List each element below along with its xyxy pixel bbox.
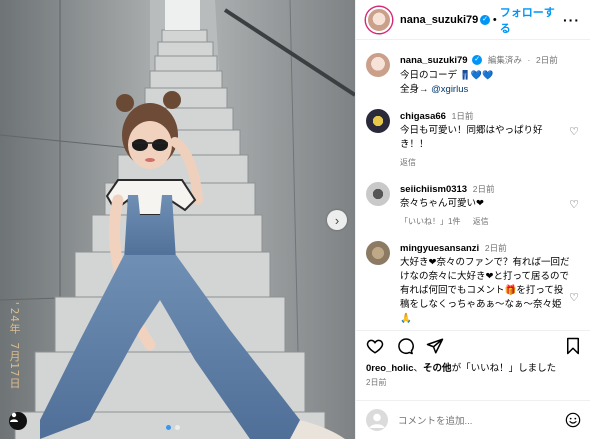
caption-username[interactable]: nana_suzuki79 — [400, 55, 468, 66]
like-comment-heart-icon[interactable]: ♡ — [569, 125, 579, 138]
caption-edited: 編集済み — [487, 55, 522, 65]
caption-dot: · — [527, 55, 531, 65]
post-header: nana_suzuki79 ✓ • フォローする ··· — [356, 0, 590, 40]
liker-username[interactable]: 0reo_holic — [366, 363, 414, 374]
likes-summary: 0reo_holic、その他が「いいね！」しました — [366, 360, 556, 374]
reply-button[interactable]: 返信 — [400, 158, 416, 167]
avatar[interactable] — [366, 241, 390, 265]
carousel-dot — [175, 425, 180, 430]
post-panel: nana_suzuki79 ✓ • フォローする ··· nana_suzuki… — [355, 0, 590, 439]
verified-icon: ✓ — [472, 55, 483, 66]
comment-time[interactable]: 1日前 — [452, 111, 474, 121]
post-time[interactable]: 2日前 — [366, 377, 386, 388]
more-horizontal-icon[interactable]: ··· — [563, 12, 580, 28]
photo-illustration — [0, 0, 355, 439]
comment-text: 大好き❤奈々のファンで？有れば一回だけなの奈々に大好き❤と打って居るので有れば何… — [400, 257, 570, 324]
likes-suffix: が「いいね！」しました — [451, 363, 557, 374]
next-photo-button[interactable]: › — [327, 210, 347, 230]
comment-username[interactable]: seiichiism0313 — [400, 184, 467, 195]
user-icon — [10, 412, 18, 422]
comment: seiichiism0313 2日前 奈々ちゃん可愛い❤ 「いいね！」1件 返信… — [366, 182, 581, 229]
avatar — [366, 409, 388, 431]
caption-emoji: 👖💙💙 — [459, 70, 494, 80]
heart-icon[interactable] — [366, 337, 384, 355]
avatar[interactable] — [366, 6, 392, 33]
action-bar — [356, 330, 590, 360]
comment-username[interactable]: mingyuesansanzi — [400, 243, 479, 254]
instagram-post: '24年 7月17日 › nana_suzuki79 ✓ • フォローする ··… — [0, 0, 590, 439]
share-icon[interactable] — [426, 337, 444, 355]
caption-time[interactable]: 2日前 — [536, 55, 558, 65]
follow-button[interactable]: フォローする — [500, 4, 563, 36]
verified-icon: ✓ — [480, 14, 490, 25]
comment: chigasa66 1日前 今日も可愛い！同郷はやっぱり好き！！ 返信 ♡ — [366, 109, 581, 170]
carousel-dots — [166, 425, 180, 430]
comment-likes[interactable]: 「いいね！」1件 — [400, 217, 460, 226]
caption-text: 今日のコーデ — [400, 70, 458, 81]
header-username[interactable]: nana_suzuki79 — [400, 14, 478, 26]
comment: mingyuesansanzi 2日前 大好き❤奈々のファンで？有れば一回だけな… — [366, 241, 581, 326]
add-comment-bar: コメントを追加... — [356, 400, 590, 439]
comments-list: nana_suzuki79 ✓ 編集済み · 2日前 今日のコーデ 👖💙💙 全身… — [356, 41, 590, 326]
date-stamp: '24年 7月17日 — [8, 300, 21, 390]
comment-time[interactable]: 2日前 — [485, 243, 507, 253]
avatar[interactable] — [366, 53, 390, 77]
like-comment-heart-icon[interactable]: ♡ — [569, 291, 579, 304]
caption-prefix: 全身→ — [400, 84, 432, 95]
emoji-icon[interactable] — [565, 412, 581, 428]
avatar[interactable] — [366, 109, 390, 133]
reply-button[interactable]: 返信 — [473, 217, 489, 226]
likes-others[interactable]: その他 — [423, 363, 452, 374]
comment-text: 奈々ちゃん可愛い❤ — [400, 198, 484, 209]
comment-username[interactable]: chigasa66 — [400, 111, 446, 122]
caption: nana_suzuki79 ✓ 編集済み · 2日前 今日のコーデ 👖💙💙 全身… — [366, 53, 581, 97]
mention-link[interactable]: @xgirlus — [431, 84, 468, 95]
carousel-dot-active — [166, 425, 171, 430]
comment-icon[interactable] — [396, 337, 414, 355]
like-comment-heart-icon[interactable]: ♡ — [569, 198, 579, 211]
post-photo[interactable]: '24年 7月17日 › — [0, 0, 355, 439]
tagged-users-button[interactable] — [9, 412, 27, 430]
likes-joiner: 、 — [413, 363, 424, 374]
separator-dot: • — [492, 13, 497, 26]
comment-input[interactable]: コメントを追加... — [398, 413, 472, 427]
comment-text: 今日も可愛い！同郷はやっぱり好き！！ — [400, 125, 543, 150]
user-placeholder-icon — [369, 413, 385, 428]
chevron-right-icon: › — [334, 212, 340, 228]
avatar[interactable] — [366, 182, 390, 206]
bookmark-icon[interactable] — [565, 337, 581, 355]
comment-time[interactable]: 2日前 — [473, 184, 495, 194]
